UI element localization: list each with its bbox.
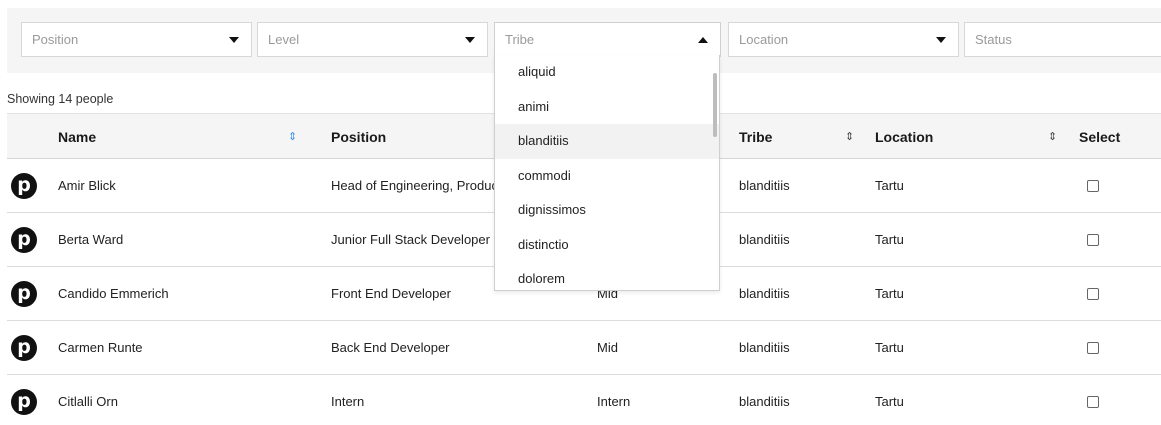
- results-count: Showing 14 people: [7, 92, 114, 106]
- level-filter-select[interactable]: Level: [257, 22, 488, 57]
- avatar: p: [11, 389, 37, 415]
- avatar: p: [11, 281, 37, 307]
- person-location: Tartu: [875, 340, 904, 355]
- person-name[interactable]: Citlalli Orn: [58, 375, 118, 425]
- chevron-down-icon: [465, 37, 475, 43]
- person-tribe: blanditiis: [739, 178, 790, 193]
- dropdown-option[interactable]: animi: [495, 90, 719, 125]
- person-tribe: blanditiis: [739, 286, 790, 301]
- person-position: Head of Engineering, Product: [331, 178, 502, 193]
- status-filter-placeholder: Status: [975, 32, 1012, 47]
- select-checkbox[interactable]: [1087, 234, 1099, 246]
- status-filter-select[interactable]: Status: [964, 22, 1161, 57]
- chevron-down-icon: [936, 37, 946, 43]
- location-filter-placeholder: Location: [739, 32, 789, 47]
- dropdown-scrollbar[interactable]: [711, 55, 719, 290]
- location-filter-select[interactable]: Location: [728, 22, 959, 57]
- dropdown-option[interactable]: dignissimos: [495, 193, 719, 228]
- sort-icon[interactable]: ⇕: [288, 114, 297, 160]
- position-filter-placeholder: Position: [32, 32, 79, 47]
- avatar: p: [11, 227, 37, 253]
- person-location: Tartu: [875, 286, 904, 301]
- person-tribe: blanditiis: [739, 394, 790, 409]
- dropdown-option[interactable]: distinctio: [495, 228, 719, 263]
- dropdown-option[interactable]: dolorem: [495, 262, 719, 290]
- person-position: Front End Developer: [331, 286, 451, 301]
- column-header-tribe[interactable]: Tribe: [739, 114, 772, 160]
- select-checkbox[interactable]: [1087, 342, 1099, 354]
- dropdown-option[interactable]: aliquid: [495, 55, 719, 90]
- person-position: Junior Full Stack Developer: [331, 232, 490, 247]
- column-header-location[interactable]: Location: [875, 114, 933, 160]
- person-level: Intern: [597, 394, 631, 409]
- column-header-name[interactable]: Name: [58, 114, 96, 160]
- person-name[interactable]: Berta Ward: [58, 213, 123, 267]
- sort-icon[interactable]: ⇕: [1048, 114, 1057, 160]
- person-name[interactable]: Carmen Runte: [58, 321, 143, 375]
- person-name[interactable]: Candido Emmerich: [58, 267, 169, 321]
- avatar: p: [11, 335, 37, 361]
- sort-icon[interactable]: ⇕: [845, 114, 854, 160]
- position-filter-select[interactable]: Position: [21, 22, 252, 57]
- scrollbar-thumb[interactable]: [713, 73, 717, 137]
- person-position: Back End Developer: [331, 340, 450, 355]
- select-checkbox[interactable]: [1087, 288, 1099, 300]
- person-name[interactable]: Amir Blick: [58, 159, 116, 213]
- column-header-select: Select: [1079, 129, 1121, 145]
- person-tribe: blanditiis: [739, 340, 790, 355]
- column-header-position[interactable]: Position: [331, 114, 386, 160]
- person-position: Intern: [331, 394, 365, 409]
- person-location: Tartu: [875, 394, 904, 409]
- level-filter-placeholder: Level: [268, 32, 300, 47]
- tribe-dropdown-menu: aliquid animi blanditiis commodi digniss…: [494, 55, 720, 291]
- chevron-up-icon: [698, 37, 708, 43]
- table-row[interactable]: p Carmen Runte Back End Developer Mid bl…: [7, 321, 1161, 375]
- avatar: p: [11, 173, 37, 199]
- tribe-filter-select[interactable]: Tribe: [494, 22, 721, 57]
- tribe-filter-placeholder: Tribe: [505, 32, 535, 47]
- person-location: Tartu: [875, 178, 904, 193]
- chevron-down-icon: [229, 37, 239, 43]
- person-location: Tartu: [875, 232, 904, 247]
- table-row[interactable]: p Citlalli Orn Intern Intern blanditiis …: [7, 375, 1161, 425]
- dropdown-option-highlighted[interactable]: blanditiis: [495, 124, 719, 159]
- select-checkbox[interactable]: [1087, 396, 1099, 408]
- person-tribe: blanditiis: [739, 232, 790, 247]
- person-level: Mid: [597, 340, 618, 355]
- select-checkbox[interactable]: [1087, 180, 1099, 192]
- dropdown-option[interactable]: commodi: [495, 159, 719, 194]
